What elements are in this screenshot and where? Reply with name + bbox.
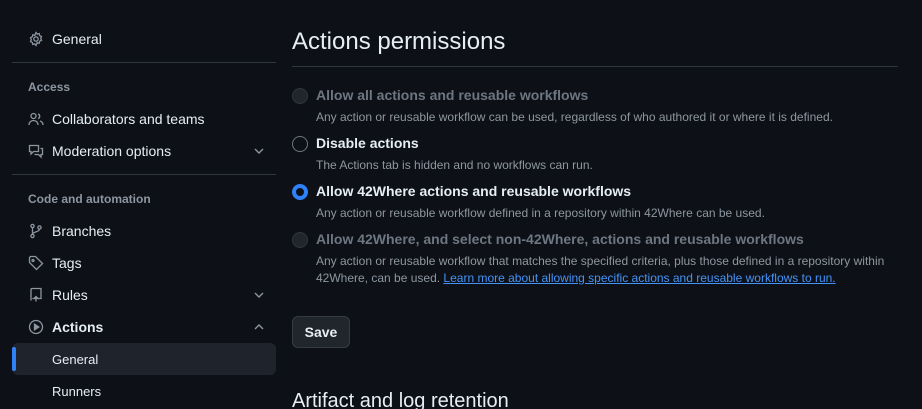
radio-allow-org[interactable] bbox=[292, 184, 308, 200]
option-label: Disable actions bbox=[316, 135, 419, 151]
tag-icon bbox=[28, 255, 44, 271]
chevron-up-icon bbox=[252, 320, 266, 334]
sidebar-item-actions[interactable]: Actions bbox=[12, 311, 276, 343]
sidebar-item-general[interactable]: General bbox=[12, 23, 276, 55]
comment-discussion-icon bbox=[28, 143, 44, 159]
radio-disable-actions[interactable] bbox=[292, 136, 308, 152]
sidebar-item-label: General bbox=[52, 31, 102, 47]
sidebar-item-label: Actions bbox=[52, 319, 104, 335]
page-title: Actions permissions bbox=[292, 28, 506, 55]
sidebar-item-label: Rules bbox=[52, 287, 88, 303]
people-icon bbox=[28, 111, 44, 127]
section-title-artifact-retention: Artifact and log retention bbox=[292, 390, 509, 409]
sidebar-item-label: General bbox=[52, 351, 99, 367]
gear-icon bbox=[28, 31, 44, 47]
sidebar-item-label: Moderation options bbox=[52, 143, 172, 159]
save-button[interactable]: Save bbox=[292, 316, 350, 348]
git-branch-icon bbox=[28, 223, 44, 239]
section-title-code-automation: Code and automation bbox=[28, 192, 151, 206]
sidebar-divider bbox=[12, 62, 276, 63]
sidebar-item-label: Branches bbox=[52, 223, 112, 239]
sidebar-item-collaborators[interactable]: Collaborators and teams bbox=[12, 103, 276, 135]
sidebar-item-moderation[interactable]: Moderation options bbox=[12, 135, 276, 167]
radio-allow-all[interactable] bbox=[292, 88, 308, 104]
option-label: Allow 42Where, and select non-42Where, a… bbox=[316, 231, 804, 247]
settings-page: General Access Collaborators and teams M… bbox=[0, 0, 922, 409]
title-divider bbox=[292, 66, 898, 67]
sidebar-item-label: Collaborators and teams bbox=[52, 111, 205, 127]
main-content: Actions permissions Allow all actions an… bbox=[292, 0, 898, 409]
sidebar-subitem-actions-general[interactable]: General bbox=[12, 343, 276, 375]
option-label: Allow all actions and reusable workflows bbox=[316, 87, 589, 103]
chevron-down-icon bbox=[252, 144, 266, 158]
section-title-access: Access bbox=[28, 80, 71, 94]
sidebar-item-rules[interactable]: Rules bbox=[12, 279, 276, 311]
option-description: Any action or reusable workflow can be u… bbox=[316, 110, 833, 124]
sidebar-subitem-actions-runners[interactable]: Runners bbox=[12, 375, 276, 407]
sidebar-item-branches[interactable]: Branches bbox=[12, 215, 276, 247]
chevron-down-icon bbox=[252, 288, 266, 302]
sidebar-divider bbox=[12, 174, 276, 175]
radio-allow-select[interactable] bbox=[292, 232, 308, 248]
sidebar-item-tags[interactable]: Tags bbox=[12, 247, 276, 279]
learn-more-link[interactable]: Learn more about allowing specific actio… bbox=[443, 271, 835, 285]
option-description: Any action or reusable workflow defined … bbox=[316, 206, 765, 220]
active-indicator bbox=[12, 347, 16, 371]
option-label: Allow 42Where actions and reusable workf… bbox=[316, 183, 632, 199]
option-description: The Actions tab is hidden and no workflo… bbox=[316, 158, 593, 172]
sidebar-item-label: Runners bbox=[52, 383, 102, 399]
sidebar-item-label: Tags bbox=[52, 255, 82, 271]
repo-push-icon bbox=[28, 287, 44, 303]
play-icon bbox=[28, 319, 44, 335]
option-description: Any action or reusable workflow that mat… bbox=[316, 253, 898, 287]
settings-sidebar: General Access Collaborators and teams M… bbox=[12, 0, 276, 409]
